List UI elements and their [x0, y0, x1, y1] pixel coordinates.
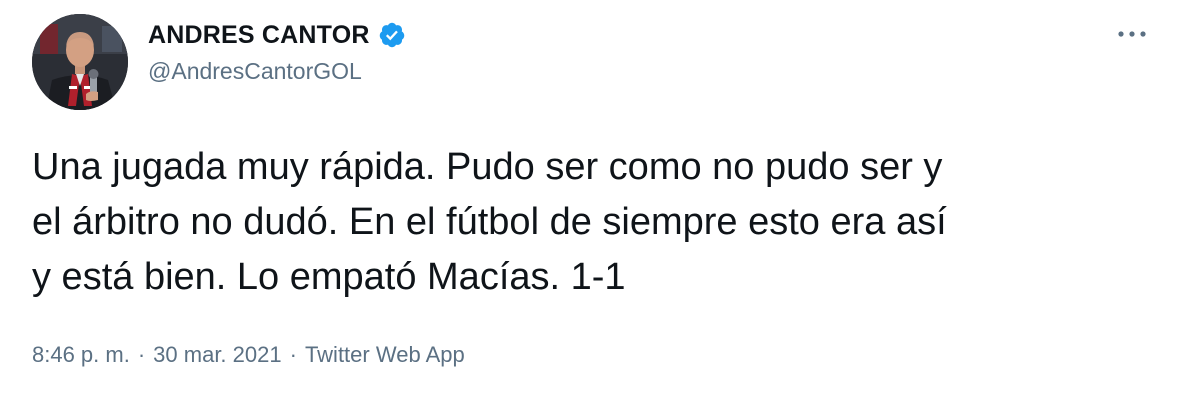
author-display-name[interactable]: ANDRES CANTOR [148, 21, 370, 50]
tweet-source-link[interactable]: Twitter Web App [305, 342, 465, 368]
separator-dot: · [137, 342, 146, 367]
author-header: ANDRES CANTOR @AndresCantorGOL [148, 18, 406, 85]
tweet-time-link[interactable]: 8:46 p. m. [32, 342, 130, 368]
tweet-text: Una jugada muy rápida. Pudo ser como no … [32, 146, 947, 298]
separator-dot: · [289, 342, 297, 367]
tweet-metadata: 8:46 p. m. · 30 mar. 2021 · Twitter Web … [32, 342, 465, 368]
tweet-date-link[interactable]: 30 mar. 2021 [153, 342, 281, 368]
more-options-icon [1118, 31, 1146, 37]
name-row: ANDRES CANTOR [148, 18, 406, 52]
more-options-button[interactable] [1112, 22, 1152, 46]
verified-badge-icon [378, 21, 406, 49]
avatar[interactable] [32, 14, 128, 110]
tweet-card: ANDRES CANTOR @AndresCantorGOL Una jugad… [0, 0, 1200, 408]
author-handle[interactable]: @AndresCantorGOL [148, 58, 406, 85]
